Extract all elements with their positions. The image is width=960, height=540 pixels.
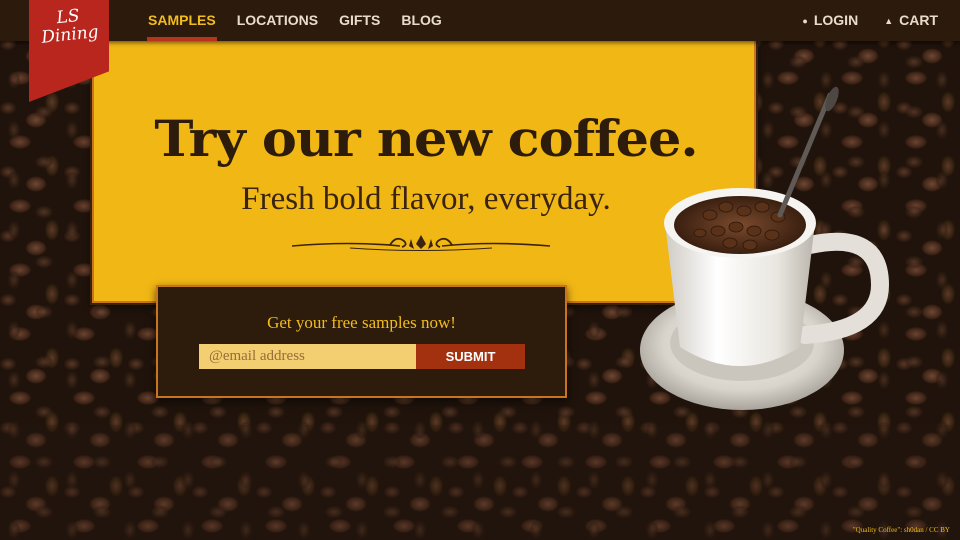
cart-label: CART — [899, 12, 938, 28]
login-link[interactable]: ● LOGIN — [802, 0, 858, 41]
email-input[interactable] — [199, 344, 416, 369]
logo-text: LS Dining — [40, 5, 100, 48]
coffee-cup-image — [630, 85, 900, 445]
cart-icon: ▲ — [884, 16, 894, 26]
nav-item-locations[interactable]: LOCATIONS — [237, 0, 318, 41]
account-nav: ● LOGIN ▲ CART — [776, 0, 938, 41]
nav-item-gifts[interactable]: GIFTS — [339, 0, 380, 41]
main-nav: SAMPLES LOCATIONS GIFTS BLOG — [147, 0, 463, 41]
signup-heading: Get your free samples now! — [267, 313, 456, 332]
top-navigation-bar: SAMPLES LOCATIONS GIFTS BLOG ● LOGIN ▲ CAR… — [0, 0, 960, 41]
login-label: LOGIN — [813, 12, 859, 28]
user-icon: ● — [802, 16, 808, 26]
cart-link[interactable]: ▲ CART — [884, 0, 938, 41]
nav-item-samples[interactable]: SAMPLES — [147, 0, 217, 41]
submit-button[interactable]: SUBMIT — [416, 344, 525, 369]
ornament-divider-icon — [291, 235, 551, 251]
nav-item-blog[interactable]: BLOG — [401, 0, 441, 41]
image-credit: "Quality Coffee": sh0dan / CC BY — [852, 526, 950, 534]
signup-box: Get your free samples now! SUBMIT — [156, 285, 567, 398]
